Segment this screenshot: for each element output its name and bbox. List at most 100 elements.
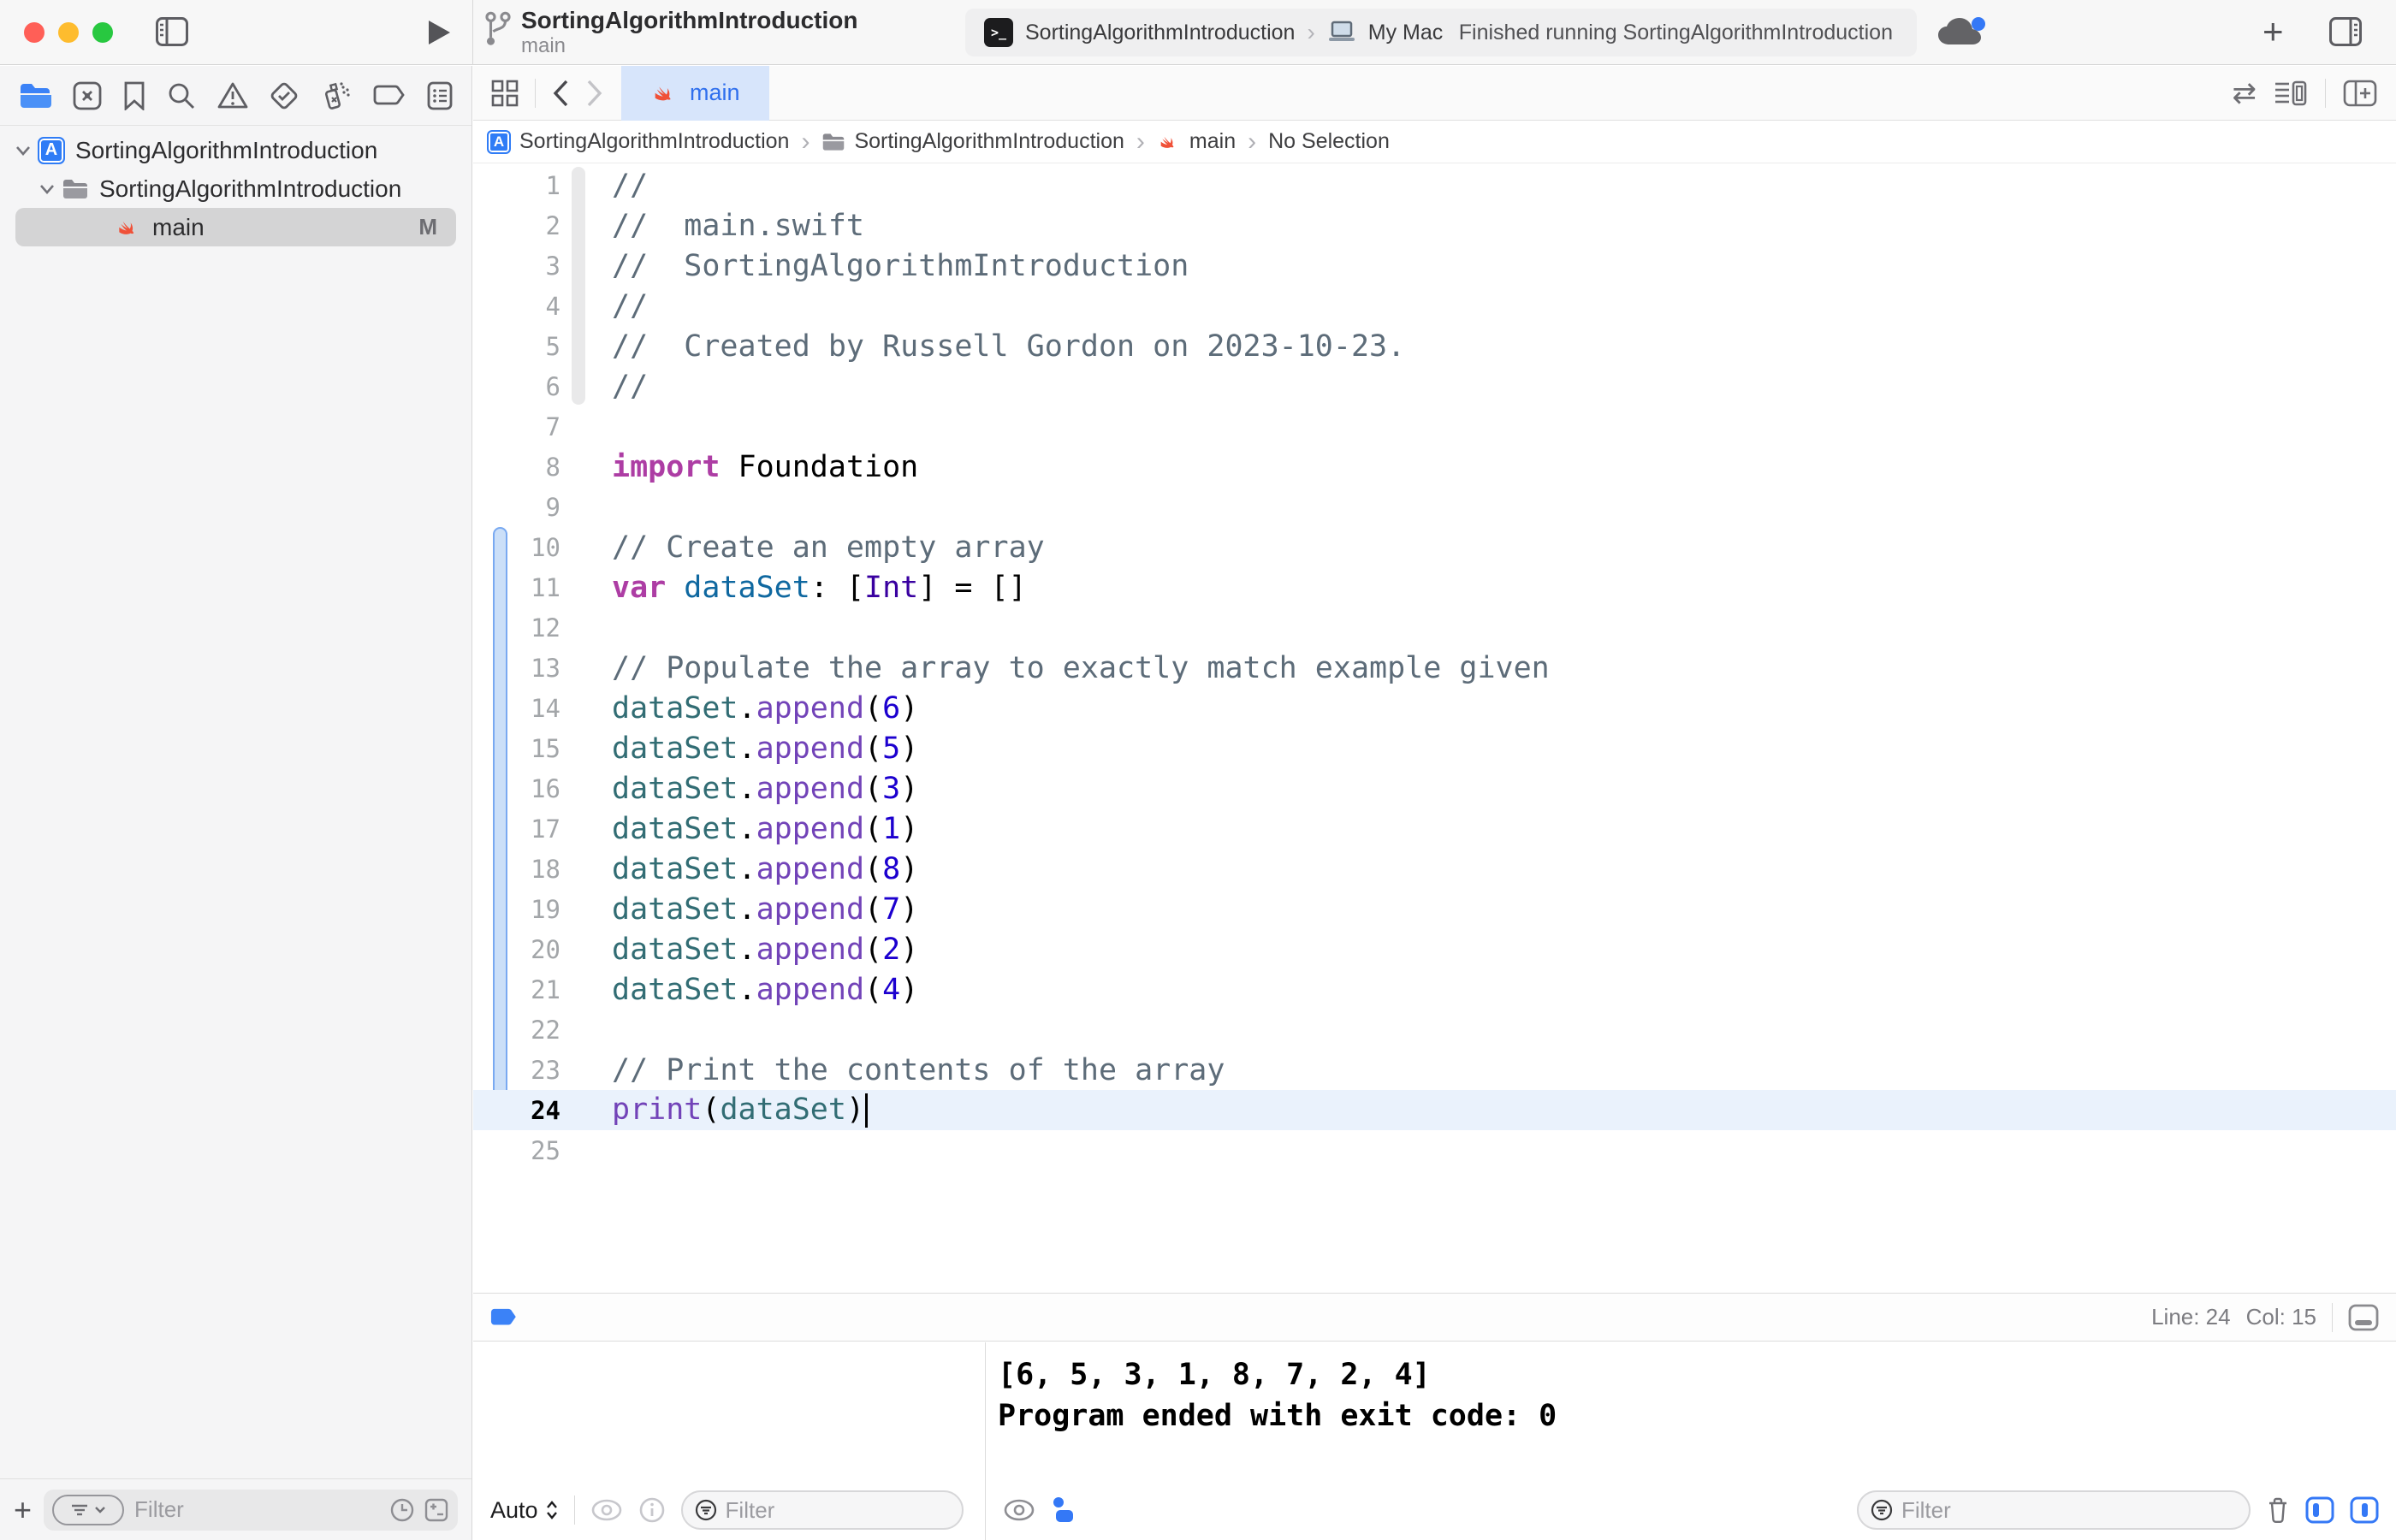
code-line-15[interactable]: 15dataSet.append(5) — [473, 728, 2396, 768]
issues-icon[interactable] — [217, 81, 248, 110]
quicklook-eye-icon[interactable] — [590, 1499, 623, 1521]
console-filter-field[interactable]: Filter — [1857, 1490, 2251, 1530]
modified-badge: M — [418, 214, 437, 240]
code-line-16[interactable]: 16dataSet.append(3) — [473, 768, 2396, 808]
line-number: 15 — [473, 734, 560, 763]
add-editor-icon[interactable] — [2343, 79, 2377, 108]
run-destination[interactable]: My Mac — [1368, 21, 1444, 45]
breadcrumb-item[interactable]: No Selection — [1268, 129, 1390, 154]
line-number: 24 — [473, 1096, 560, 1125]
sidebar-bottom-bar: + Filter — [0, 1478, 471, 1540]
code-line-3[interactable]: 3// SortingAlgorithmIntroduction — [473, 246, 2396, 286]
recent-files-icon[interactable] — [389, 1497, 415, 1523]
line-number: 21 — [473, 975, 560, 1004]
code-line-14[interactable]: 14dataSet.append(6) — [473, 688, 2396, 728]
zoom-window-button[interactable] — [92, 22, 113, 43]
activity-status-pill[interactable]: >_ SortingAlgorithmIntroduction › My Mac… — [965, 9, 1917, 56]
bookmarks-icon[interactable] — [123, 81, 145, 110]
tab-main[interactable]: main — [621, 66, 769, 121]
close-window-button[interactable] — [24, 22, 44, 43]
code-line-21[interactable]: 21 dataSet.append(4) — [473, 969, 2396, 1010]
dock-left-pane-icon[interactable] — [2305, 1496, 2334, 1524]
reports-icon[interactable] — [427, 81, 453, 110]
disclosure-chevron-icon[interactable] — [9, 145, 38, 156]
console-line: [6, 5, 3, 1, 8, 7, 2, 4] — [998, 1354, 2396, 1395]
code-line-8[interactable]: 8import Foundation — [473, 447, 2396, 487]
forward-icon[interactable] — [585, 79, 604, 108]
variables-scope-select[interactable]: Auto — [490, 1497, 559, 1524]
breadcrumb-item[interactable]: main — [1157, 129, 1236, 154]
right-panel-toggle-icon[interactable] — [2329, 17, 2362, 46]
filter-options-icon[interactable] — [52, 1495, 124, 1525]
debug-gauge-icon[interactable] — [321, 80, 352, 111]
line-number: 9 — [473, 493, 560, 522]
minimize-window-button[interactable] — [58, 22, 79, 43]
add-tab-button[interactable]: + — [2263, 14, 2284, 50]
code-line-22[interactable]: 22 — [473, 1010, 2396, 1050]
line-number: 17 — [473, 814, 560, 844]
code-line-25[interactable]: 25 — [473, 1130, 2396, 1170]
breadcrumb-item[interactable]: SortingAlgorithmIntroduction — [821, 129, 1124, 154]
folder-icon — [62, 175, 89, 203]
code-line-18[interactable]: 18dataSet.append(8) — [473, 849, 2396, 889]
line-number: 5 — [473, 332, 560, 361]
code-text: // — [612, 169, 648, 203]
code-editor[interactable]: 1//2// main.swift3// SortingAlgorithmInt… — [473, 163, 2396, 1292]
code-line-11[interactable]: 11var dataSet: [Int] = [] — [473, 567, 2396, 607]
console-view[interactable]: [6, 5, 3, 1, 8, 7, 2, 4]Program ended wi… — [985, 1342, 2396, 1540]
console-filter-placeholder: Filter — [1901, 1497, 2237, 1524]
tree-item-main[interactable]: mainM — [15, 208, 456, 246]
scheme-separator: › — [1307, 19, 1314, 46]
add-item-button[interactable]: + — [14, 1492, 32, 1528]
breakpoints-icon[interactable] — [373, 84, 406, 108]
code-line-2[interactable]: 2// main.swift — [473, 205, 2396, 246]
info-icon[interactable] — [638, 1496, 666, 1524]
updown-chevron-icon — [545, 1500, 559, 1520]
cloud-badge — [1972, 17, 1985, 31]
console-eye-icon[interactable] — [1003, 1499, 1035, 1521]
code-line-24[interactable]: 24print(dataSet) — [473, 1090, 2396, 1130]
variables-scope-label: Auto — [490, 1497, 538, 1524]
debug-area-toggle-icon[interactable] — [2348, 1304, 2379, 1331]
project-navigator-icon[interactable] — [19, 82, 51, 110]
filter-icon — [695, 1499, 717, 1521]
code-line-4[interactable]: 4// — [473, 286, 2396, 326]
editor-options-icon[interactable] — [2274, 79, 2308, 108]
variables-bar-divider — [574, 1496, 575, 1525]
disclosure-chevron-icon[interactable] — [33, 184, 62, 194]
tree-item-sortingalgorithmintroduction[interactable]: ASortingAlgorithmIntroduction — [0, 131, 471, 169]
code-line-19[interactable]: 19dataSet.append(7) — [473, 889, 2396, 929]
scheme-name[interactable]: SortingAlgorithmIntroduction — [1025, 21, 1295, 45]
code-line-7[interactable]: 7 — [473, 406, 2396, 447]
code-line-20[interactable]: 20dataSet.append(2) — [473, 929, 2396, 969]
line-number: 4 — [473, 292, 560, 321]
dock-right-pane-icon[interactable] — [2350, 1496, 2379, 1524]
code-line-10[interactable]: 10// Create an empty array — [473, 527, 2396, 567]
console-mode-icon[interactable] — [1051, 1496, 1076, 1525]
code-line-13[interactable]: 13// Populate the array to exactly match… — [473, 648, 2396, 688]
variables-filter-field[interactable]: Filter — [681, 1490, 964, 1530]
code-line-6[interactable]: 6// — [473, 366, 2396, 406]
code-line-1[interactable]: 1// — [473, 165, 2396, 205]
tree-item-sortingalgorithmintroduction[interactable]: SortingAlgorithmIntroduction — [0, 169, 471, 208]
related-items-icon[interactable] — [490, 79, 519, 108]
code-text: dataSet.append(4) — [612, 973, 918, 1007]
code-review-icon[interactable]: ⇄ — [2233, 76, 2257, 110]
find-icon[interactable] — [167, 81, 196, 110]
back-icon[interactable] — [551, 79, 570, 108]
breakpoints-toggle-icon[interactable] — [490, 1307, 519, 1328]
source-control-filter-icon[interactable] — [424, 1497, 449, 1523]
tests-icon[interactable] — [269, 80, 300, 111]
breadcrumb-item[interactable]: ASortingAlgorithmIntroduction — [487, 129, 789, 154]
clear-console-icon[interactable] — [2266, 1496, 2290, 1524]
changes-icon[interactable] — [73, 81, 102, 110]
sidebar-toggle-icon[interactable] — [156, 17, 188, 46]
code-line-17[interactable]: 17dataSet.append(1) — [473, 808, 2396, 849]
code-line-9[interactable]: 9 — [473, 487, 2396, 527]
code-line-23[interactable]: 23// Print the contents of the array — [473, 1050, 2396, 1090]
project-tree: ASortingAlgorithmIntroductionSortingAlgo… — [0, 126, 471, 246]
run-button[interactable] — [426, 19, 452, 46]
code-line-5[interactable]: 5// Created by Russell Gordon on 2023-10… — [473, 326, 2396, 366]
navigator-filter-field[interactable]: Filter — [44, 1490, 458, 1531]
code-line-12[interactable]: 12 — [473, 607, 2396, 648]
